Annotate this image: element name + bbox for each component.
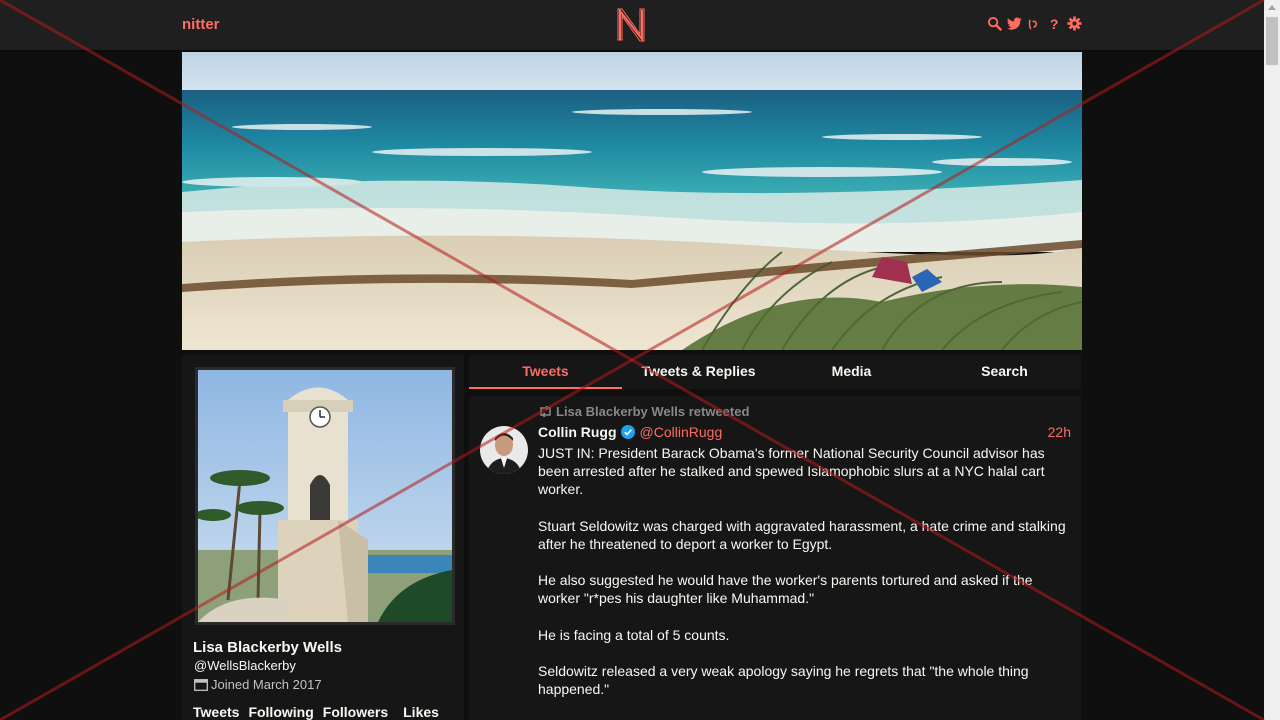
brand-link[interactable]: nitter — [182, 16, 220, 33]
tweet-paragraph: JUST IN: President Barack Obama's former… — [538, 445, 1045, 497]
profile-joined: Joined March 2017 — [194, 677, 322, 692]
profile-card: Lisa Blackerby Wells @WellsBlackerby Joi… — [182, 355, 464, 720]
timeline-item[interactable]: Lisa Blackerby Wells retweeted Collin Ru… — [469, 396, 1081, 720]
page: nitter ? Lisa Blackerby Wells @WellsBlac… — [0, 0, 1280, 720]
tweet-username[interactable]: @CollinRugg — [640, 424, 723, 440]
navbar: nitter ? — [0, 0, 1264, 50]
stat-followers[interactable]: Followers — [323, 704, 388, 720]
joined-text: Joined March 2017 — [211, 677, 322, 692]
tab-tweets-replies[interactable]: Tweets & Replies — [622, 355, 775, 389]
svg-text:?: ? — [1050, 16, 1059, 31]
tab-search[interactable]: Search — [928, 355, 1081, 389]
help-icon[interactable]: ? — [1047, 16, 1062, 31]
tweet-date[interactable]: 22h — [1048, 424, 1071, 440]
search-icon[interactable] — [987, 16, 1002, 31]
profile-fullname[interactable]: Lisa Blackerby Wells — [193, 639, 342, 656]
retweet-icon — [540, 406, 551, 417]
retweet-text: Lisa Blackerby Wells retweeted — [556, 404, 750, 419]
profile-username[interactable]: @WellsBlackerby — [194, 658, 296, 673]
tweet-paragraph: Seldowitz released a very weak apology s… — [538, 663, 1029, 697]
tweet-content: JUST IN: President Barack Obama's former… — [538, 444, 1078, 717]
tweet-avatar[interactable] — [480, 426, 528, 474]
timeline-tabs: Tweets Tweets & Replies Media Search — [469, 355, 1081, 389]
scroll-up-arrow-icon[interactable] — [1268, 5, 1276, 10]
retweet-header: Lisa Blackerby Wells retweeted — [538, 404, 749, 419]
tweet-header: Collin Rugg @CollinRugg 22h — [538, 423, 1071, 441]
tweet-paragraph: He is facing a total of 5 counts. — [538, 626, 730, 643]
tweet-paragraph: Stuart Seldowitz was charged with aggrav… — [538, 517, 1066, 552]
nav-icons: ? — [987, 16, 1082, 31]
tweet-fullname[interactable]: Collin Rugg — [538, 424, 617, 440]
page-scrollbar[interactable] — [1264, 0, 1280, 720]
nitter-logo-icon[interactable] — [616, 8, 646, 42]
profile-avatar[interactable] — [195, 367, 455, 625]
profile-stats: Tweets Following Followers Likes — [193, 704, 448, 720]
rss-icon[interactable] — [1027, 16, 1042, 31]
verified-icon — [620, 425, 635, 439]
calendar-icon — [194, 679, 208, 691]
stat-following[interactable]: Following — [248, 704, 313, 720]
profile-banner[interactable] — [182, 52, 1082, 350]
tab-media[interactable]: Media — [775, 355, 928, 389]
tab-tweets[interactable]: Tweets — [469, 355, 622, 389]
stat-tweets[interactable]: Tweets — [193, 704, 239, 720]
tweet-paragraph: He also suggested he would have the work… — [538, 572, 1033, 606]
gear-icon[interactable] — [1067, 16, 1082, 31]
bird-icon[interactable] — [1007, 16, 1022, 31]
scroll-thumb[interactable] — [1266, 17, 1278, 65]
stat-likes[interactable]: Likes — [403, 704, 439, 720]
